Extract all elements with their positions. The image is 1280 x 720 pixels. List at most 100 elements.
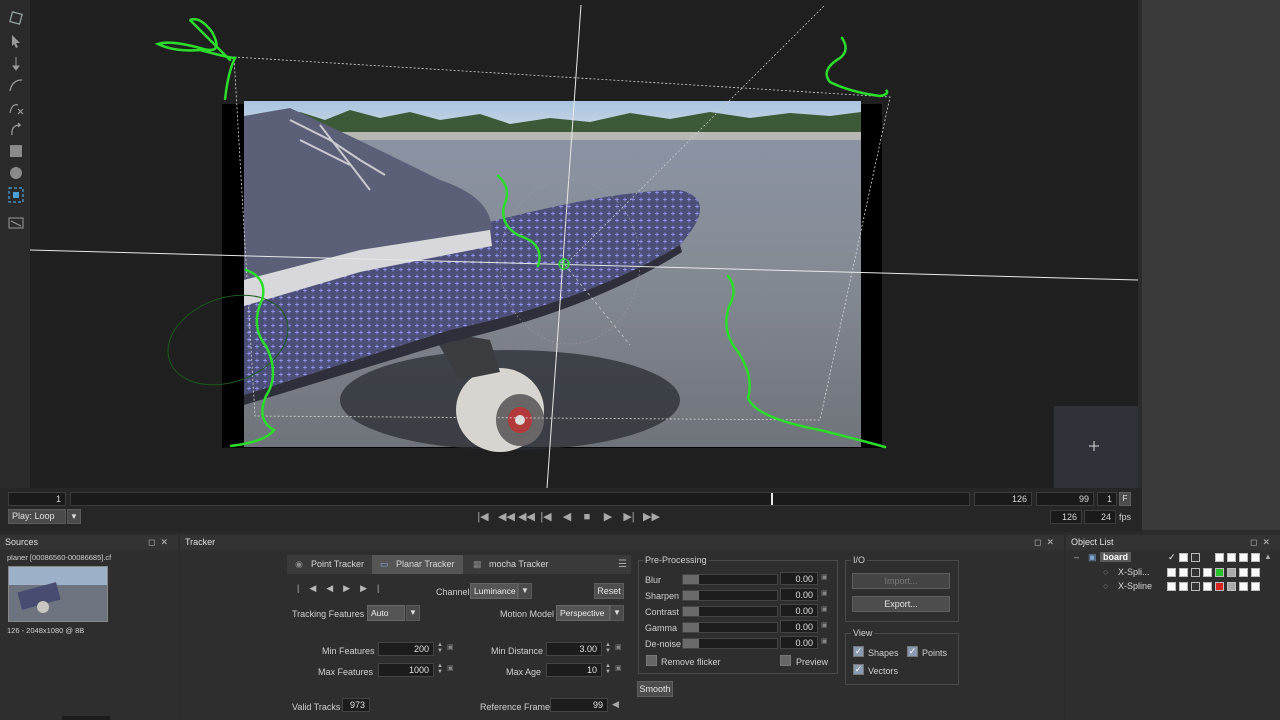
transform-tool-icon[interactable] (7, 9, 25, 27)
collapse-icon[interactable]: – (1074, 552, 1079, 562)
planar-track-tool-icon[interactable] (7, 186, 25, 204)
checkmark-icon[interactable]: ✓ (1168, 552, 1176, 563)
track-transport-icons[interactable]: |◀◀▶▶| (297, 583, 389, 594)
playhead[interactable] (771, 493, 773, 505)
out-frame-field[interactable]: 126 (1050, 510, 1082, 524)
viewer-canvas[interactable] (30, 0, 1138, 488)
frame-mode-button[interactable]: F (1119, 492, 1131, 506)
outline-toggle-icon[interactable] (1179, 568, 1188, 577)
chevron-down-icon[interactable]: ▼ (406, 605, 420, 621)
tab-mocha-tracker[interactable]: ▦ mocha Tracker (465, 555, 555, 574)
eye-icon[interactable] (1239, 553, 1248, 562)
page-icon[interactable] (1251, 582, 1260, 591)
sharpen-value[interactable]: 0.00 (780, 588, 818, 601)
bezier-tool-icon[interactable] (7, 76, 25, 94)
link-icon[interactable] (1203, 582, 1212, 591)
tracker-menu-icon[interactable]: ☰ (618, 559, 627, 570)
object-name[interactable]: X-Spline (1118, 581, 1152, 591)
blur-value[interactable]: 0.00 (780, 572, 818, 585)
fps-field[interactable]: 24 (1084, 510, 1116, 524)
go-to-start-icon[interactable]: |◀ (476, 510, 490, 524)
select-arrow-icon[interactable] (7, 32, 25, 50)
panel-float-close-icons[interactable]: ◻✕ (1250, 535, 1275, 550)
sharpen-slider[interactable] (682, 590, 778, 601)
panel-float-close-icons[interactable]: ◻✕ (1034, 535, 1059, 550)
page-icon[interactable] (1251, 568, 1260, 577)
keyframe-icon[interactable]: ▣ (615, 664, 622, 672)
set-reference-icon[interactable]: ◀ (612, 699, 619, 710)
chevron-down-icon[interactable]: ▼ (67, 509, 81, 524)
eye-icon[interactable] (1239, 568, 1248, 577)
color-swatch-red[interactable] (1215, 582, 1224, 591)
export-button[interactable]: Export... (852, 596, 950, 612)
play-reverse-icon[interactable]: ◀ (560, 510, 574, 524)
rotate-tool-icon[interactable] (7, 120, 25, 138)
step-forward-icon[interactable]: ▶| (622, 510, 636, 524)
current-frame-field[interactable]: 99 (1036, 492, 1094, 506)
start-frame-field[interactable]: 1 (8, 492, 66, 506)
previous-keyframe-icon[interactable]: ◀◀ (498, 510, 515, 524)
track-toggle-icon[interactable] (1191, 582, 1200, 591)
reset-button[interactable]: Reset (594, 583, 624, 599)
ellipse-tool-icon[interactable] (7, 164, 25, 182)
contrast-value[interactable]: 0.00 (780, 604, 818, 617)
reference-frame-field[interactable]: 99 (550, 698, 608, 712)
fill-toggle-icon[interactable] (1215, 553, 1224, 562)
tab-planar-tracker[interactable]: ▭ Planar Tracker (372, 555, 463, 574)
page-icon[interactable] (1251, 553, 1260, 562)
play-icon[interactable]: ▶ (601, 510, 615, 524)
scroll-up-icon[interactable]: ▲ (1264, 552, 1272, 561)
keyframe-icon[interactable]: ▣ (821, 605, 828, 613)
keyframe-icon[interactable]: ▣ (821, 637, 828, 645)
smooth-button[interactable]: Smooth (637, 681, 673, 697)
object-name[interactable]: board (1100, 552, 1132, 562)
denoise-value[interactable]: 0.00 (780, 636, 818, 649)
timeline-scrubber[interactable] (70, 492, 970, 506)
play-mode-select[interactable]: Play: Loop (8, 509, 66, 524)
delete-point-icon[interactable] (7, 98, 25, 116)
pen-tool-icon[interactable] (7, 54, 25, 72)
outline-toggle-icon[interactable] (1191, 553, 1200, 562)
contrast-slider[interactable] (682, 606, 778, 617)
visibility-toggle-icon[interactable] (1167, 568, 1176, 577)
gamma-slider[interactable] (682, 622, 778, 633)
color-swatch-green[interactable] (1215, 568, 1224, 577)
lock-icon[interactable] (1227, 568, 1236, 577)
keyframe-icon[interactable]: ▣ (821, 589, 828, 597)
rewind-icon[interactable]: ◀◀ (518, 510, 535, 524)
min-features-spinner[interactable]: ▲ ▼ (436, 642, 444, 654)
visibility-toggle-icon[interactable] (1167, 582, 1176, 591)
rectangle-tool-icon[interactable] (7, 142, 25, 160)
keyframe-icon[interactable]: ▣ (447, 664, 454, 672)
chevron-down-icon[interactable]: ▼ (518, 583, 532, 599)
keyframe-icon[interactable]: ▣ (447, 643, 454, 651)
visibility-toggle-icon[interactable] (1179, 553, 1188, 562)
max-features-spinner[interactable]: ▲ ▼ (436, 663, 444, 675)
lock-icon[interactable] (1227, 582, 1236, 591)
object-name[interactable]: X-Spli... (1118, 567, 1150, 577)
min-distance-spinner[interactable]: ▲ ▼ (604, 642, 612, 654)
preview-checkbox[interactable] (780, 655, 791, 666)
min-features-field[interactable]: 200 (378, 642, 434, 656)
fast-forward-icon[interactable]: ▶▶ (643, 510, 660, 524)
vectors-checkbox[interactable]: ✓ (853, 664, 864, 675)
track-toggle-icon[interactable] (1191, 568, 1200, 577)
shapes-checkbox[interactable]: ✓ (853, 646, 864, 657)
keyframe-icon[interactable]: ▣ (821, 573, 828, 581)
end-frame-field[interactable]: 126 (974, 492, 1032, 506)
panel-float-close-icons[interactable]: ◻✕ (148, 535, 173, 550)
outline-toggle-icon[interactable] (1179, 582, 1188, 591)
keyframe-icon[interactable]: ▣ (615, 643, 622, 651)
points-checkbox[interactable]: ✓ (907, 646, 918, 657)
blur-slider[interactable] (682, 574, 778, 585)
max-age-field[interactable]: 10 (546, 663, 602, 677)
motion-blur-icon[interactable] (1227, 553, 1236, 562)
sources-scrollbar[interactable] (62, 716, 110, 720)
gamma-value[interactable]: 0.00 (780, 620, 818, 633)
tab-point-tracker[interactable]: ◉ Point Tracker (287, 555, 371, 574)
motion-model-select[interactable]: Perspective (556, 605, 610, 621)
max-features-field[interactable]: 1000 (378, 663, 434, 677)
tracking-features-select[interactable]: Auto (367, 605, 405, 621)
denoise-slider[interactable] (682, 638, 778, 649)
keyframe-icon[interactable]: ▣ (821, 621, 828, 629)
